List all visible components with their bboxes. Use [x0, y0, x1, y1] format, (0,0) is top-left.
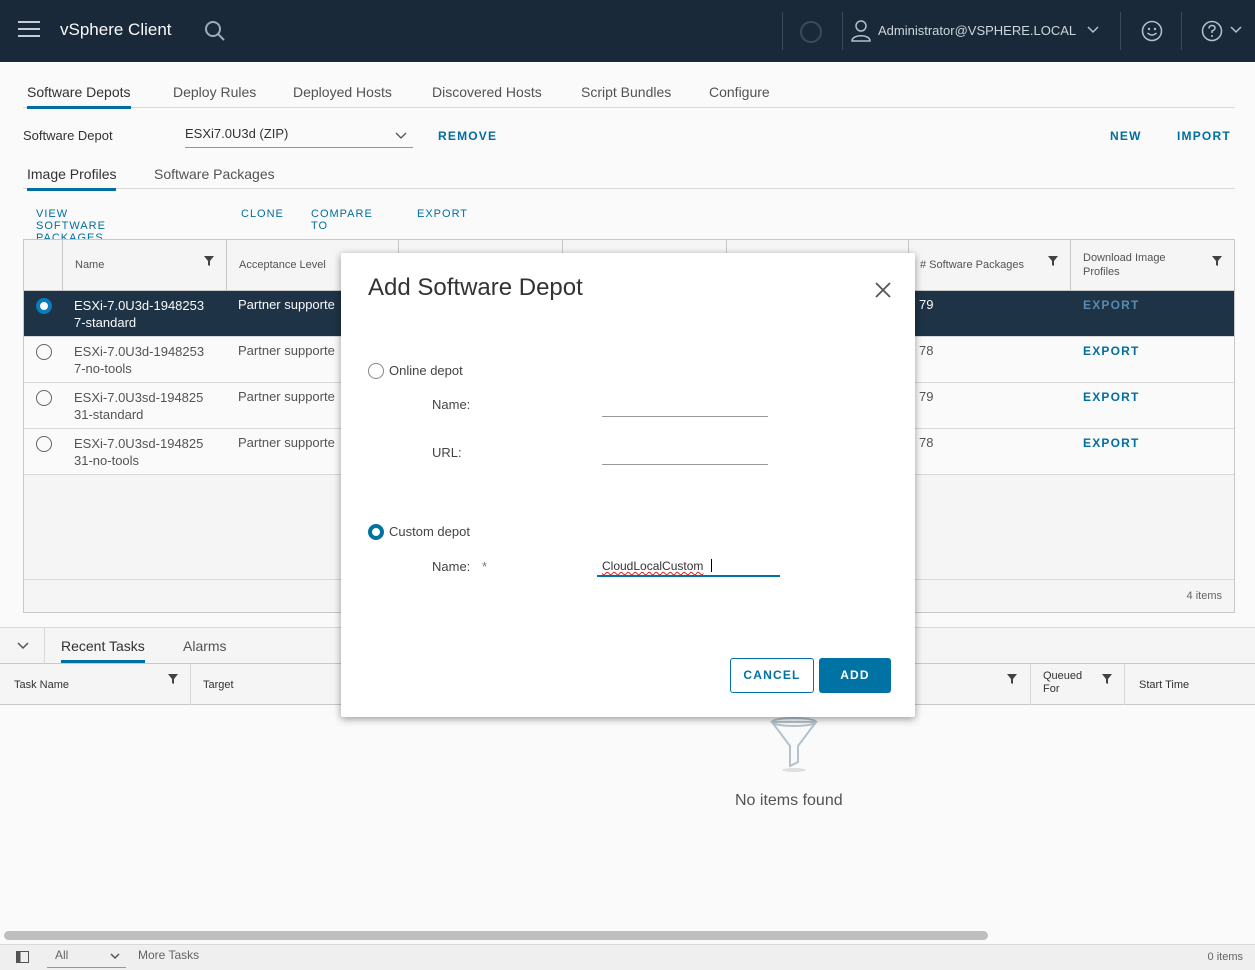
online-depot-label: Online depot: [389, 363, 463, 378]
custom-name-value: CloudLocalCustom: [602, 559, 704, 573]
online-name-input[interactable]: [602, 393, 768, 417]
add-software-depot-dialog: Add Software Depot Online depot Name: UR…: [341, 253, 915, 717]
custom-depot-radio[interactable]: [368, 524, 384, 540]
custom-name-label: Name:: [432, 559, 471, 574]
required-indicator: *: [482, 559, 488, 574]
close-icon[interactable]: [874, 281, 892, 299]
cancel-button[interactable]: CANCEL: [730, 658, 814, 693]
text-cursor: [711, 559, 712, 572]
online-name-label: Name:: [432, 397, 471, 412]
add-button[interactable]: ADD: [819, 658, 891, 693]
online-depot-radio[interactable]: [368, 363, 384, 379]
custom-depot-label: Custom depot: [389, 524, 470, 539]
url-input[interactable]: [602, 441, 768, 465]
url-label: URL:: [432, 445, 462, 460]
dialog-title: Add Software Depot: [368, 274, 583, 301]
